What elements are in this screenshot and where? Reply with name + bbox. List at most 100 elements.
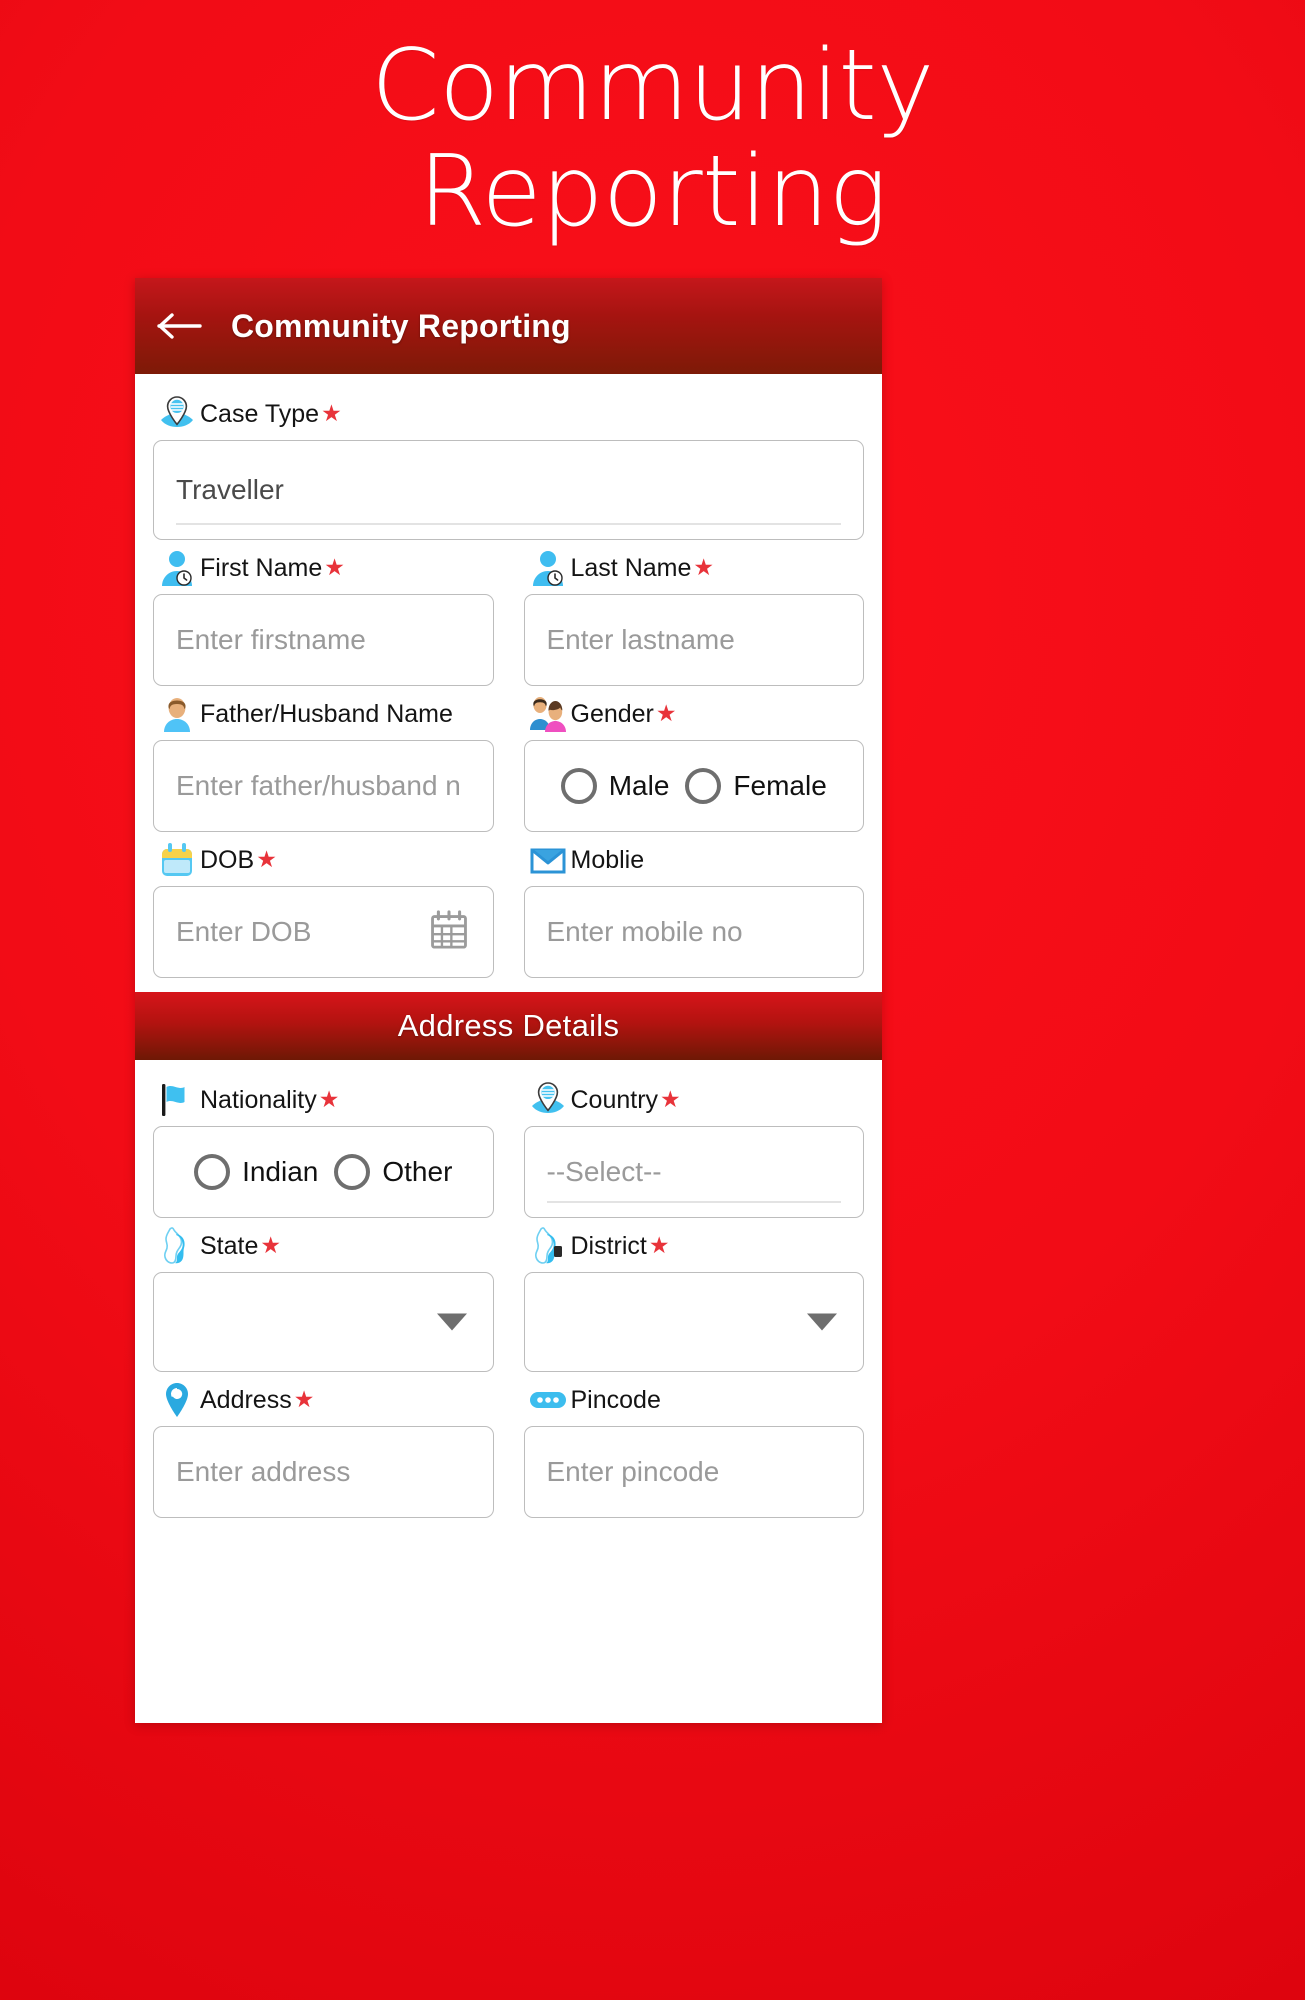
state-label: State [200, 1231, 259, 1260]
required-star: ★ [693, 554, 715, 581]
field-last-name: Last Name ★ Enter lastname [523, 540, 864, 686]
dob-placeholder: Enter DOB [176, 916, 312, 947]
field-underline [176, 523, 841, 525]
mobile-label: Moblie [570, 845, 645, 874]
first-name-label: First Name [200, 553, 323, 582]
field-case-type: Case Type ★ Traveller [153, 392, 864, 540]
address-details-title: Address Details [397, 1008, 620, 1043]
required-star: ★ [321, 400, 342, 427]
field-mobile: Moblie Enter mobile no [523, 832, 864, 978]
field-pincode: Pincode Enter pincode [523, 1372, 864, 1518]
field-nationality: Nationality ★ Indian Other [153, 1072, 494, 1218]
row-father-gender: Father/Husband Name Enter father/husband… [153, 686, 864, 832]
row-nationality-country: Nationality ★ Indian Other Country ★ --S… [153, 1072, 864, 1218]
country-select[interactable]: --Select-- [523, 1126, 864, 1218]
address-form-body: Nationality ★ Indian Other Country ★ --S… [135, 1060, 882, 1518]
last-name-label: Last Name [570, 553, 692, 582]
country-value: --Select-- [546, 1156, 662, 1187]
case-type-label-row: Case Type ★ [157, 392, 864, 436]
required-star: ★ [660, 1086, 681, 1113]
dob-input[interactable]: Enter DOB [153, 886, 494, 978]
address-input[interactable]: Enter address [153, 1426, 494, 1518]
last-name-input[interactable]: Enter lastname [523, 594, 864, 686]
envelope-icon [528, 840, 568, 880]
flag-icon [157, 1080, 197, 1120]
field-district: District ★ [523, 1218, 865, 1372]
radio-circle-icon[interactable] [560, 768, 597, 804]
radio-circle-icon[interactable] [685, 768, 722, 804]
case-type-select[interactable]: Traveller [153, 440, 864, 540]
nationality-radio-group: Indian Other [176, 1154, 471, 1190]
row-address-pincode: Address ★ Enter address Pincode Enter pi… [153, 1372, 864, 1518]
calendar-picker-icon[interactable] [429, 910, 469, 955]
back-arrow-icon[interactable] [157, 310, 231, 342]
district-label-row: District ★ [528, 1224, 865, 1268]
row-names: First Name ★ Enter firstname Last Name ★… [153, 540, 864, 686]
last-name-placeholder: Enter lastname [546, 624, 735, 655]
gender-option-male-label: Male [608, 770, 670, 801]
field-country: Country ★ --Select-- [523, 1072, 865, 1218]
address-pin-icon [157, 1380, 197, 1420]
address-placeholder: Enter address [176, 1456, 351, 1487]
address-label: Address [200, 1385, 292, 1414]
required-star: ★ [318, 1086, 340, 1113]
radio-circle-icon[interactable] [334, 1154, 371, 1190]
address-details-banner: Address Details [135, 992, 882, 1060]
calendar-icon [157, 840, 197, 880]
couple-icon [528, 694, 568, 734]
case-type-label: Case Type [200, 399, 320, 428]
field-father-husband-name: Father/Husband Name Enter father/husband… [153, 686, 494, 832]
father-husband-placeholder: Enter father/husband n [176, 770, 461, 801]
required-star: ★ [260, 1232, 281, 1259]
page-title: Community Reporting [0, 29, 1305, 246]
field-gender: Gender ★ Male Female [523, 686, 865, 832]
form-body: Case Type ★ Traveller First Name ★ Enter… [135, 374, 882, 978]
address-label-row: Address ★ [157, 1378, 494, 1422]
gender-radio-box: Male Female [523, 740, 864, 832]
mobile-placeholder: Enter mobile no [546, 916, 743, 947]
gender-option-female[interactable]: Female [685, 768, 827, 804]
father-husband-input[interactable]: Enter father/husband n [153, 740, 494, 832]
field-dob: DOB ★ Enter DOB [153, 832, 494, 978]
gender-option-male[interactable]: Male [560, 768, 670, 804]
first-name-placeholder: Enter firstname [176, 624, 366, 655]
gender-option-female-label: Female [733, 770, 827, 801]
nationality-label: Nationality [200, 1085, 317, 1114]
required-star: ★ [324, 554, 345, 581]
country-label-row: Country ★ [528, 1078, 865, 1122]
chevron-down-icon[interactable] [807, 1313, 837, 1331]
district-select[interactable] [523, 1272, 864, 1372]
dots-icon [528, 1380, 568, 1420]
required-star: ★ [293, 1386, 315, 1413]
nationality-option-other[interactable]: Other [334, 1154, 452, 1190]
first-name-label-row: First Name ★ [157, 546, 494, 590]
state-select[interactable] [153, 1272, 494, 1372]
map-icon [528, 1226, 568, 1266]
district-label: District [570, 1231, 647, 1260]
country-label: Country [570, 1085, 659, 1114]
radio-circle-icon[interactable] [194, 1154, 231, 1190]
mobile-input[interactable]: Enter mobile no [523, 886, 864, 978]
nationality-option-other-label: Other [382, 1156, 453, 1187]
row-state-district: State ★ District ★ [153, 1218, 864, 1372]
field-state: State ★ [153, 1218, 494, 1372]
first-name-input[interactable]: Enter firstname [153, 594, 494, 686]
poster-page: Community Reporting Community Reporting [0, 0, 1305, 2000]
app-bar: Community Reporting [135, 278, 882, 374]
pincode-label: Pincode [570, 1385, 661, 1414]
dob-label-row: DOB ★ [157, 838, 494, 882]
page-title-line-1: Community [371, 29, 934, 143]
person-icon [157, 694, 197, 734]
pincode-input[interactable]: Enter pincode [523, 1426, 864, 1518]
required-star: ★ [256, 846, 277, 873]
gender-label: Gender [570, 699, 654, 728]
gender-label-row: Gender ★ [528, 692, 865, 736]
required-star: ★ [648, 1232, 670, 1259]
app-bar-title: Community Reporting [231, 307, 571, 344]
nationality-radio-box: Indian Other [153, 1126, 494, 1218]
chevron-down-icon[interactable] [436, 1313, 467, 1331]
location-pin-icon [528, 1080, 568, 1120]
nationality-option-indian[interactable]: Indian [194, 1154, 318, 1190]
location-pin-icon [157, 394, 197, 434]
row-dob-mobile: DOB ★ Enter DOB Moblie Enter mobile no [153, 832, 864, 978]
